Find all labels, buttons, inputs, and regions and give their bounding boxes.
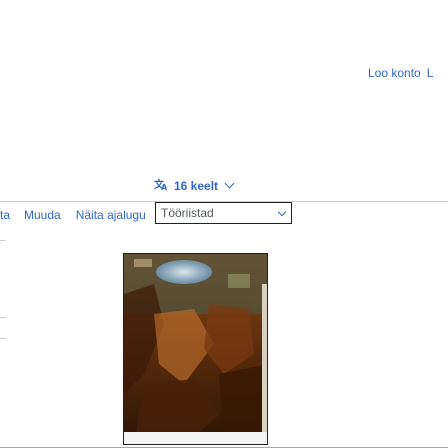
article-image[interactable] — [123, 253, 268, 445]
chevron-down-icon — [224, 178, 235, 189]
left-margin-rule — [0, 338, 6, 339]
account-link-truncated[interactable]: L — [427, 66, 434, 80]
language-count[interactable]: 16 keelt — [174, 179, 218, 193]
account-link[interactable]: Loo konto L — [368, 66, 433, 80]
page-tabs: ta Muuda Näita ajalugu — [0, 208, 146, 222]
language-selector[interactable]: 文 A 16 keelt — [154, 178, 235, 193]
left-margin-rule — [0, 240, 6, 241]
tab-history[interactable]: Näita ajalugu — [76, 208, 146, 222]
left-margin-rule — [0, 317, 6, 318]
svg-text:A: A — [161, 183, 168, 190]
tab-read-cut[interactable]: ta — [0, 208, 10, 222]
photo-thumbnail — [124, 254, 267, 444]
chevron-down-icon — [277, 207, 287, 216]
tools-dropdown[interactable]: Tööriistad — [155, 202, 292, 224]
tab-edit[interactable]: Muuda — [24, 208, 61, 222]
tools-label: Tööriistad — [161, 206, 214, 220]
create-account-link[interactable]: Loo konto — [368, 66, 421, 80]
translate-icon: 文 A — [154, 178, 168, 193]
